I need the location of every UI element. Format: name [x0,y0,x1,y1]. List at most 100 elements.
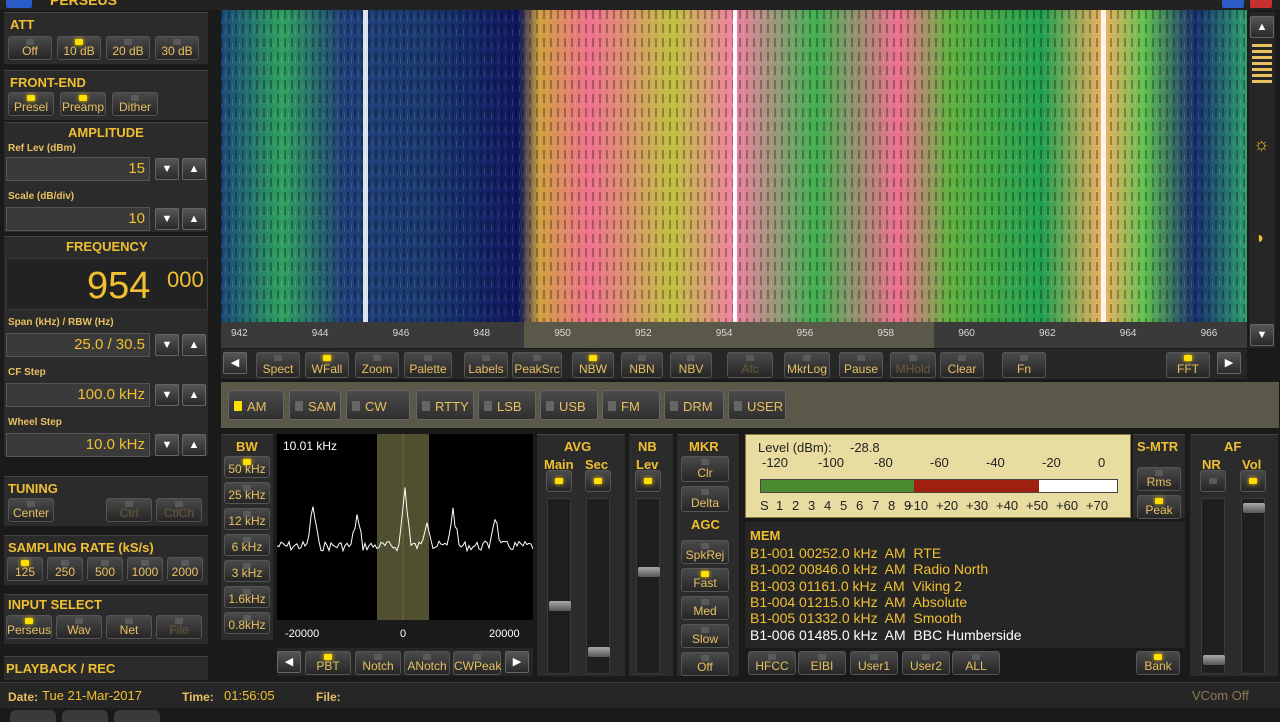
input-wav-button[interactable]: Wav [56,615,102,639]
mode-lsb-button[interactable]: LSB [478,390,536,420]
att-20db-button[interactable]: 20 dB [106,36,150,60]
mode-user-button[interactable]: USER [728,390,786,420]
bw-6khz-button[interactable]: 6 kHz [224,534,270,556]
agc-off-button[interactable]: Off [681,652,729,676]
mode-am-button[interactable]: AM [228,390,284,420]
sample-rate-2000-button[interactable]: 2000 [167,557,203,581]
toolbar-labels-button[interactable]: Labels [464,352,508,378]
toolbar-mhold-button[interactable]: MHold [890,352,936,378]
presel-button[interactable]: Presel [8,92,54,116]
mode-usb-button[interactable]: USB [540,390,598,420]
vol-toggle[interactable] [1240,470,1266,492]
mem-bank-button[interactable]: Bank [1136,651,1180,675]
memory-row[interactable]: B1-001 00252.0 kHz AM RTE [750,545,941,561]
mkr-clr-button[interactable]: Clr [681,456,729,482]
contrast-icon[interactable]: ◑ [1254,230,1264,248]
toolbar-clear-button[interactable]: Clear [940,352,984,378]
filter-pbt-button[interactable]: PBT [305,651,351,675]
toolbar-wfall-button[interactable]: WFall [305,352,349,378]
filter-right-arrow[interactable]: ▶ [505,651,529,673]
input-file-button[interactable]: File [156,615,202,639]
vol-slider[interactable] [1241,498,1265,674]
wheel-step-field[interactable]: 10.0 kHz [6,433,150,457]
toolbar-peaksrc-button[interactable]: PeakSrc [512,352,562,378]
wheel-step-up-button[interactable]: ▲ [182,434,206,456]
wf-up-button[interactable]: ▲ [1250,16,1274,38]
filter-anotch-button[interactable]: ANotch [404,651,450,675]
toolbar-right-arrow[interactable]: ▶ [1217,352,1241,374]
record-icon[interactable] [114,710,160,722]
mode-sam-button[interactable]: SAM [289,390,341,420]
ctrl-button[interactable]: Ctrl [106,498,152,522]
bw-16khz-button[interactable]: 1.6kHz [224,586,270,608]
memory-row[interactable]: B1-003 01161.0 kHz AM Viking 2 [750,578,962,594]
minimize-icon[interactable] [1222,0,1244,8]
toolbar-palette-button[interactable]: Palette [404,352,452,378]
preamp-button[interactable]: Preamp [60,92,106,116]
ref-level-field[interactable]: 15 [6,157,150,181]
scale-field[interactable]: 10 [6,207,150,231]
toolbar-nbw-button[interactable]: NBW [572,352,614,378]
toolbar-left-arrow[interactable]: ◀ [223,352,247,374]
sample-rate-1000-button[interactable]: 1000 [127,557,163,581]
filter-cwpeak-button[interactable]: CWPeak [453,651,501,675]
wf-level-slider[interactable] [1252,44,1272,84]
toolbar-zoom-button[interactable]: Zoom [355,352,399,378]
filter-left-arrow[interactable]: ◀ [277,651,301,673]
nb-toggle[interactable] [635,470,661,492]
smtr-rms-button[interactable]: Rms [1137,467,1181,491]
bw-3khz-button[interactable]: 3 kHz [224,560,270,582]
agc-spkrej-button[interactable]: SpkRej [681,540,729,564]
mem-eibi-button[interactable]: EIBI [798,651,846,675]
mem-hfcc-button[interactable]: HFCC [748,651,796,675]
span-field[interactable]: 25.0 / 30.5 [6,333,150,357]
bw-08khz-button[interactable]: 0.8kHz [224,612,270,634]
agc-slow-button[interactable]: Slow [681,624,729,648]
sample-rate-500-button[interactable]: 500 [87,557,123,581]
center-button[interactable]: Center [8,498,54,522]
ref-level-down-button[interactable]: ▼ [155,158,179,180]
mode-drm-button[interactable]: DRM [664,390,724,420]
play-icon[interactable] [10,710,56,722]
sample-rate-250-button[interactable]: 250 [47,557,83,581]
mode-cw-button[interactable]: CW [346,390,410,420]
wheel-step-down-button[interactable]: ▼ [155,434,179,456]
mode-rtty-button[interactable]: RTTY [416,390,474,420]
mode-fm-button[interactable]: FM [602,390,660,420]
cfstep-down-button[interactable]: ▼ [155,384,179,406]
toolbar-nbn-button[interactable]: NBN [621,352,663,378]
cfstep-up-button[interactable]: ▲ [182,384,206,406]
memory-row[interactable]: B1-002 00846.0 kHz AM Radio North [750,561,988,577]
att-30db-button[interactable]: 30 dB [155,36,199,60]
nr-toggle[interactable] [1200,470,1226,492]
memory-row[interactable]: B1-004 01215.0 kHz AM Absolute [750,594,967,610]
toolbar-fn-button[interactable]: Fn [1002,352,1046,378]
toolbar-afc-button[interactable]: Afc [727,352,773,378]
toolbar-nbv-button[interactable]: NBV [670,352,712,378]
filter-notch-button[interactable]: Notch [355,651,401,675]
mkr-delta-button[interactable]: Delta [681,486,729,512]
memory-row[interactable]: B1-005 01332.0 kHz AM Smooth [750,610,962,626]
frequency-display[interactable]: 954 000 [6,258,208,310]
waterfall-display[interactable] [221,10,1247,322]
mem-all-button[interactable]: ALL [952,651,1000,675]
ctlch-button[interactable]: CtlCh [156,498,202,522]
agc-med-button[interactable]: Med [681,596,729,620]
bw-50khz-button[interactable]: 50 kHz [224,456,270,478]
sample-rate-125-button[interactable]: 125 [7,557,43,581]
dither-button[interactable]: Dither [112,92,158,116]
loop-icon[interactable] [62,710,108,722]
ref-level-up-button[interactable]: ▲ [182,158,206,180]
toolbar-fft-button[interactable]: FFT [1166,352,1210,378]
smtr-peak-button[interactable]: Peak [1137,495,1181,519]
avg-main-slider[interactable] [547,498,571,674]
brightness-icon[interactable]: ☼ [1253,134,1270,155]
wf-down-button[interactable]: ▼ [1250,324,1274,346]
span-up-button[interactable]: ▲ [182,334,206,356]
nr-slider[interactable] [1201,498,1225,674]
toolbar-mkrlog-button[interactable]: MkrLog [784,352,830,378]
toolbar-pause-button[interactable]: Pause [839,352,883,378]
span-down-button[interactable]: ▼ [155,334,179,356]
filter-display[interactable]: 10.01 kHz -20000 0 20000 [277,434,533,640]
input-perseus-button[interactable]: Perseus [6,615,52,639]
